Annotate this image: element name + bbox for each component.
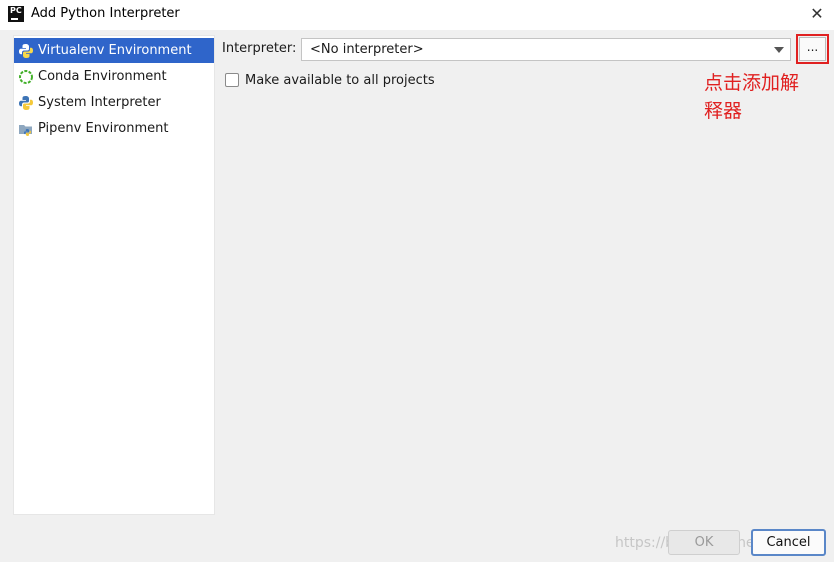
pipenv-icon: [19, 124, 32, 136]
interpreter-type-list: Virtualenv Environment Conda Environment…: [13, 35, 215, 515]
make-available-label[interactable]: Make available to all projects: [245, 73, 435, 88]
sidebar-item-system[interactable]: System Interpreter: [14, 90, 214, 115]
browse-interpreter-button[interactable]: ...: [799, 37, 826, 61]
conda-icon: [19, 69, 33, 84]
sidebar-item-virtualenv[interactable]: Virtualenv Environment: [14, 38, 214, 63]
close-button[interactable]: ✕: [800, 0, 834, 30]
sidebar-item-label: System Interpreter: [38, 95, 161, 110]
interpreter-select[interactable]: <No interpreter>: [301, 38, 791, 61]
interpreter-select-value: <No interpreter>: [310, 42, 424, 57]
interpreter-label: Interpreter:: [222, 41, 297, 56]
virtualenv-icon: [19, 43, 33, 58]
title-bar: PC Add Python Interpreter ✕: [0, 0, 834, 30]
close-icon: ✕: [810, 4, 824, 23]
make-available-checkbox[interactable]: [225, 73, 239, 87]
sidebar-item-label: Virtualenv Environment: [38, 43, 192, 58]
sidebar-item-label: Conda Environment: [38, 69, 167, 84]
chevron-down-icon[interactable]: [774, 47, 784, 53]
cancel-button[interactable]: Cancel: [751, 529, 826, 556]
annotation-note: 点击添加解释器: [704, 72, 800, 122]
pycharm-logo-icon: PC: [8, 6, 24, 22]
ok-button[interactable]: OK: [668, 530, 740, 555]
sidebar-item-label: Pipenv Environment: [38, 121, 169, 136]
sidebar-item-conda[interactable]: Conda Environment: [14, 64, 214, 89]
window-title: Add Python Interpreter: [31, 6, 180, 21]
sidebar-item-pipenv[interactable]: Pipenv Environment: [14, 116, 214, 141]
python-icon: [19, 95, 33, 110]
